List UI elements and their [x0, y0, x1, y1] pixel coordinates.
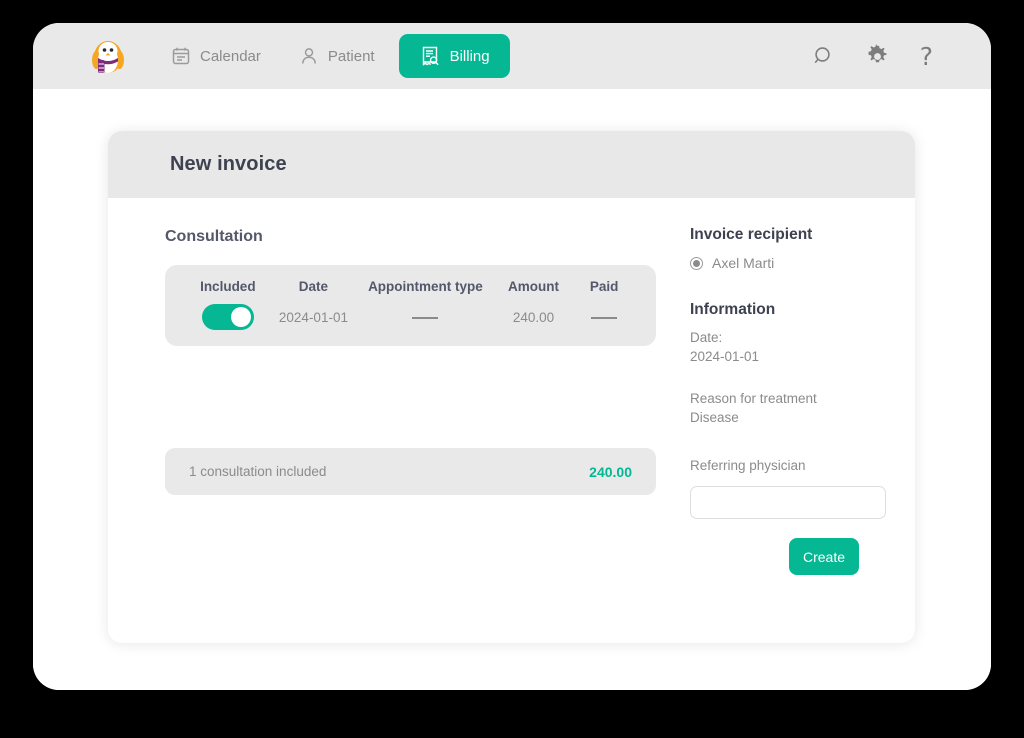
penguin-mascot-icon	[92, 41, 124, 73]
info-reason-block: Reason for treatment Disease	[690, 389, 890, 427]
radio-button-icon[interactable]	[690, 256, 703, 270]
new-invoice-card: New invoice Consultation Included Date A…	[108, 131, 915, 643]
toggle-knob	[230, 307, 251, 327]
date-cell: 2024-01-01	[278, 309, 348, 325]
included-cell	[187, 304, 269, 330]
card-body: Consultation Included Date Appointment t…	[108, 198, 915, 643]
empty-dash-icon	[591, 316, 618, 320]
main-nav: Calendar Patient Billing	[157, 34, 510, 78]
top-navigation-bar: Calendar Patient Billing ?	[33, 23, 991, 89]
referring-physician-label: Referring physician	[690, 458, 806, 473]
info-date-value: 2024-01-01	[690, 349, 760, 364]
topbar-actions: ?	[811, 44, 933, 69]
column-header-date: Date	[298, 279, 329, 294]
invoice-search-icon	[419, 45, 441, 67]
consultation-summary-bar: 1 consultation included 240.00	[165, 448, 656, 495]
table-row: 2024-01-01 240.00	[187, 304, 634, 330]
create-button[interactable]: Create	[789, 538, 859, 575]
heading-invoice-recipient: Invoice recipient	[690, 226, 813, 243]
included-toggle[interactable]	[201, 304, 254, 330]
column-header-included: Included	[200, 279, 256, 294]
help-icon[interactable]: ?	[920, 44, 933, 69]
heading-information: Information	[690, 301, 776, 318]
radio-dot	[693, 259, 700, 267]
invoice-details-panel: Invoice recipient Axel Marti Information…	[690, 226, 890, 519]
recipient-option-axel-marti[interactable]: Axel Marti	[690, 255, 890, 271]
app-window: Calendar Patient Billing ? New invoice C…	[33, 23, 991, 690]
info-date-label: Date:	[690, 330, 723, 345]
empty-dash-icon	[412, 316, 439, 320]
paid-cell	[574, 310, 634, 325]
table-header-row: Included Date Appointment type Amount Pa…	[187, 279, 634, 304]
summary-total: 240.00	[589, 463, 632, 480]
amount-cell: 240.00	[512, 309, 555, 325]
column-header-appointment-type: Appointment type	[368, 279, 483, 294]
nav-item-calendar[interactable]: Calendar	[157, 37, 275, 75]
gear-icon[interactable]	[865, 43, 890, 69]
nav-item-patient[interactable]: Patient	[285, 37, 389, 75]
nav-item-patient-label: Patient	[327, 47, 375, 65]
consultation-section: Consultation Included Date Appointment t…	[165, 228, 656, 346]
column-header-amount: Amount	[507, 279, 559, 294]
calendar-icon	[171, 46, 191, 66]
appointment-type-cell	[358, 310, 492, 325]
referring-physician-block: Referring physician	[690, 456, 890, 519]
nav-item-calendar-label: Calendar	[200, 47, 261, 65]
section-title-consultation: Consultation	[165, 228, 263, 245]
info-reason-label: Reason for treatment	[690, 391, 817, 406]
referring-physician-input[interactable]	[690, 486, 886, 519]
nav-item-billing[interactable]: Billing	[398, 34, 510, 78]
info-reason-value: Disease	[690, 410, 739, 425]
penguin-mascot-logo[interactable]	[85, 33, 131, 79]
nav-item-billing-label: Billing	[449, 47, 490, 65]
summary-label: 1 consultation included	[189, 464, 327, 479]
consultation-table: Included Date Appointment type Amount Pa…	[165, 265, 656, 346]
person-icon	[299, 46, 319, 66]
card-header: New invoice	[108, 131, 915, 198]
column-header-paid: Paid	[589, 279, 619, 294]
content-area: New invoice Consultation Included Date A…	[33, 89, 991, 690]
search-icon[interactable]	[811, 44, 835, 68]
recipient-option-label: Axel Marti	[712, 255, 775, 271]
page-title: New invoice	[170, 153, 287, 175]
